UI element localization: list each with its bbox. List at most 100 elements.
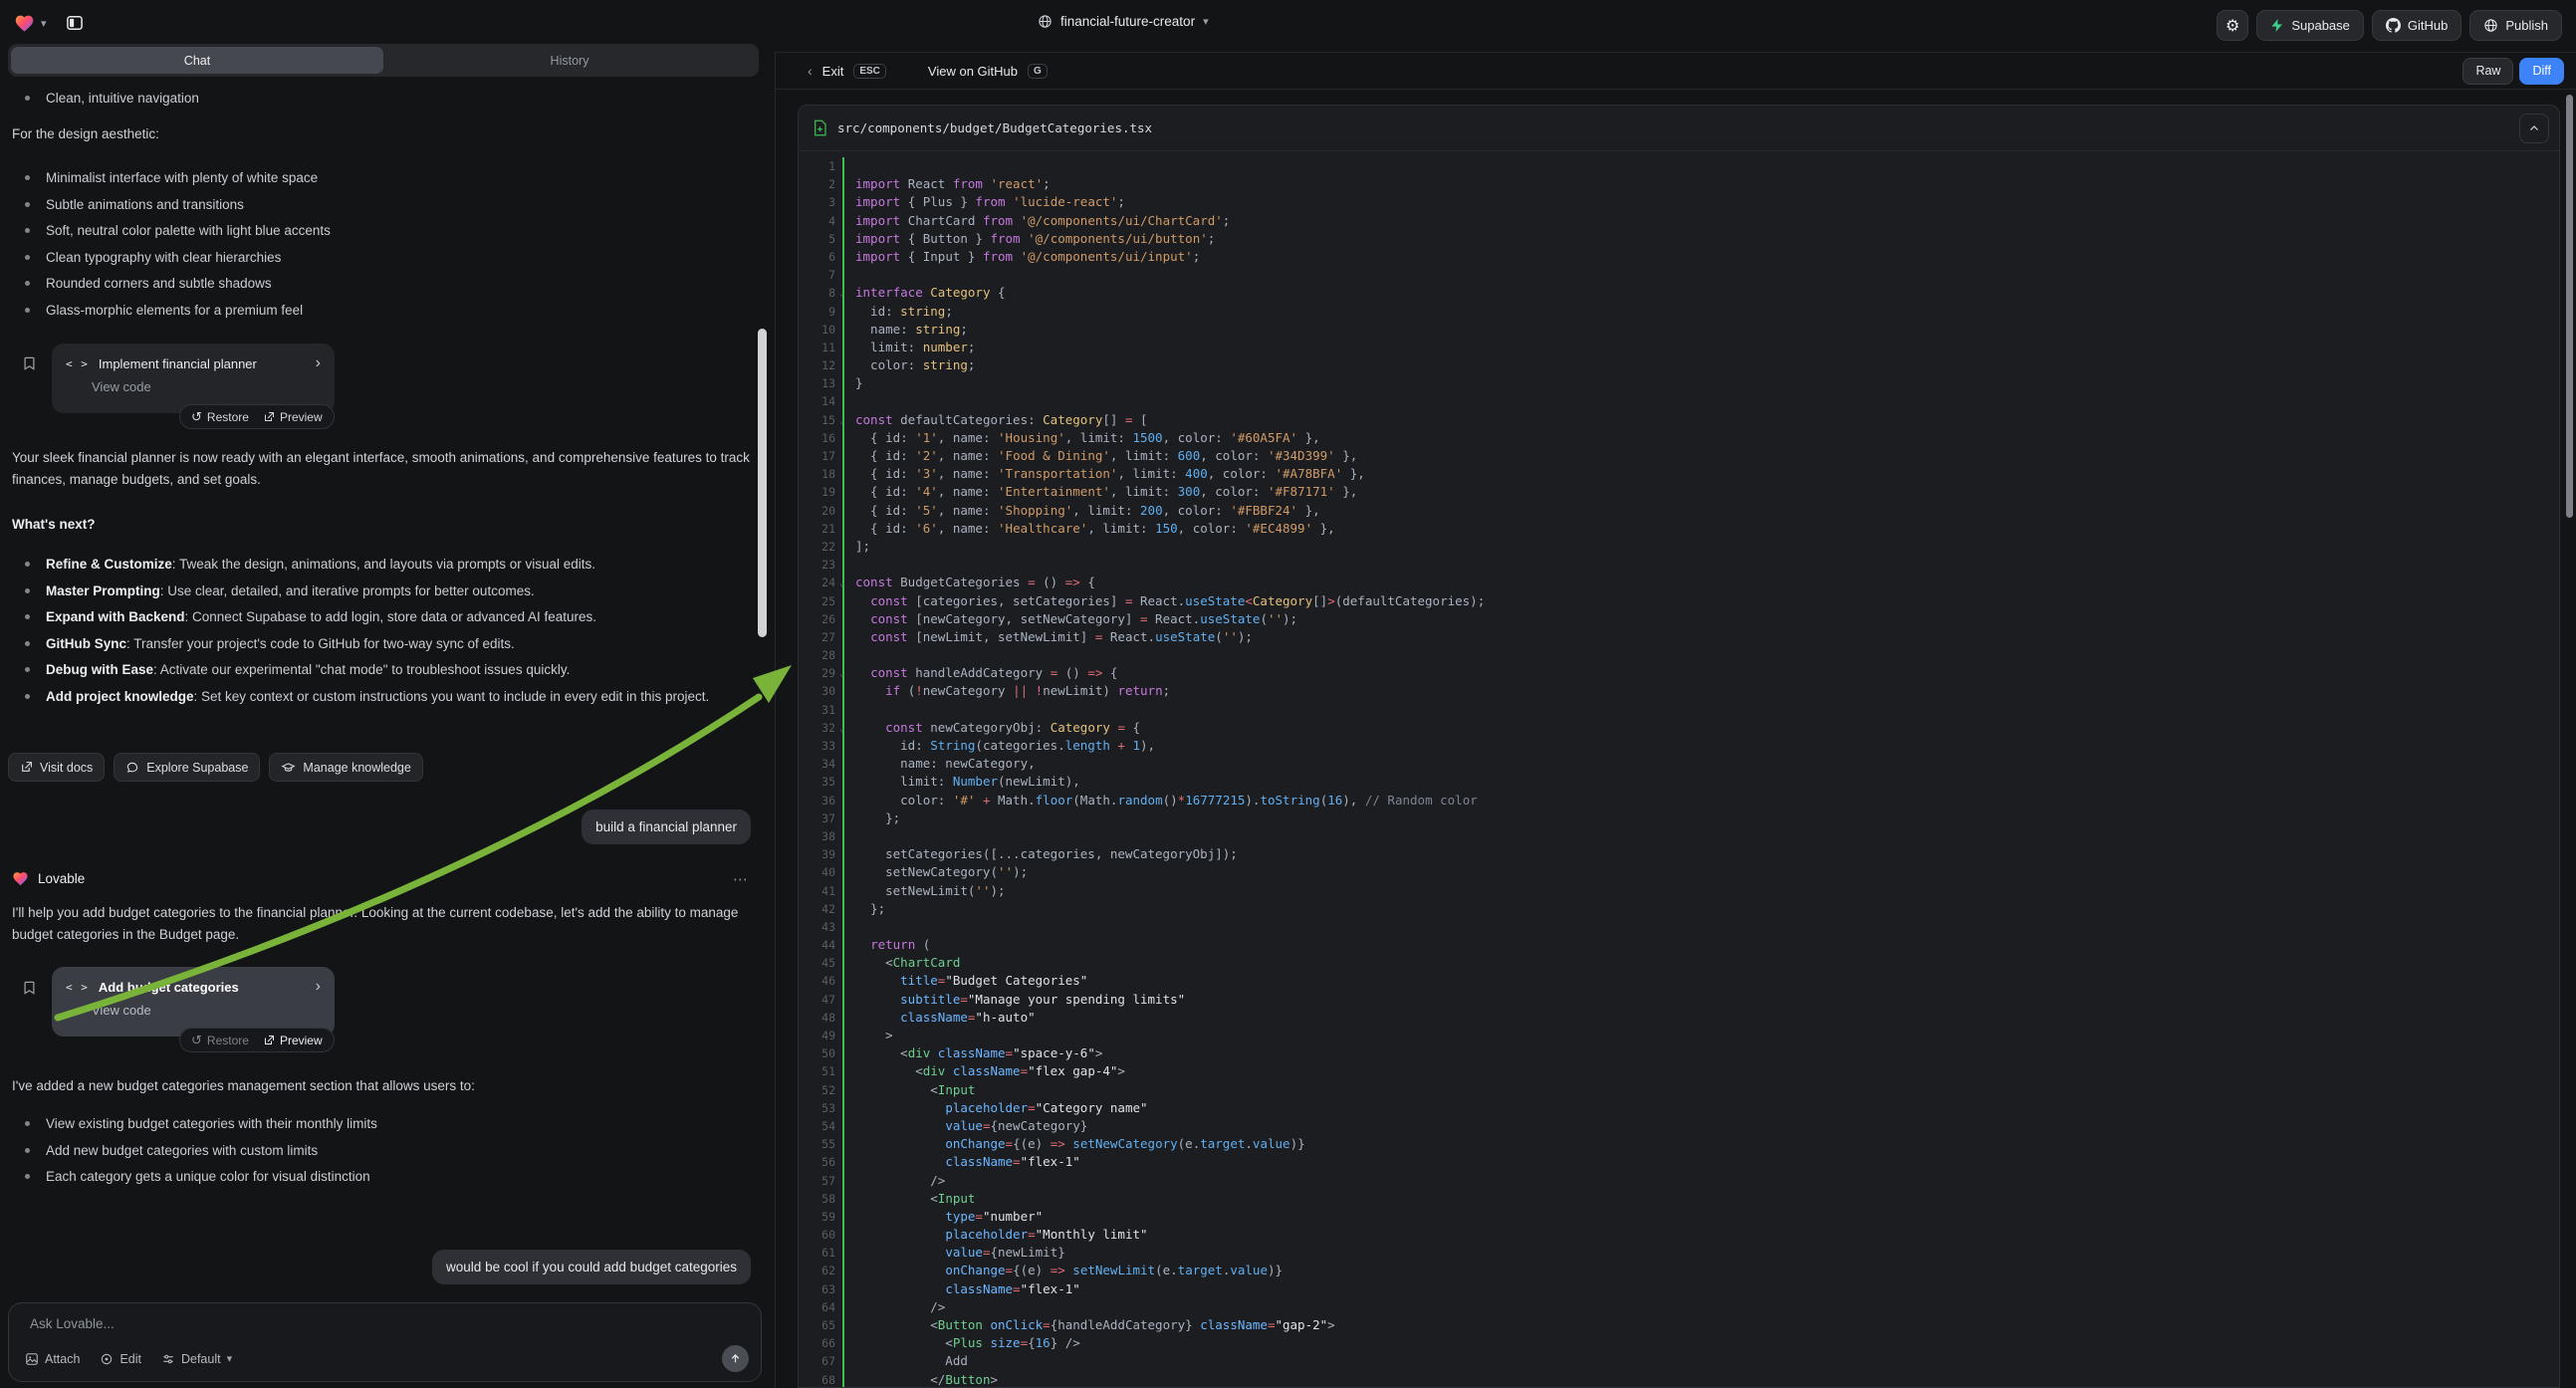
bullet-item: Add project knowledge: Set key context o… [12,686,731,708]
view-code-link[interactable]: View code [92,1003,321,1018]
code-line-text: /> [842,1298,945,1316]
quick-actions-row: Visit docs Explore Supabase Manage knowl… [8,753,423,782]
code-brackets-icon: < > [66,981,89,994]
code-line-text: color: '#' + Math.floor(Math.random()*16… [842,792,1478,810]
code-line-text: value={newCategory} [842,1117,1087,1135]
fold-chevron-icon[interactable]: ⌄ [839,575,844,592]
exit-button[interactable]: Exit [822,64,844,79]
added-file-icon [813,119,827,136]
code-line: 11 limit: number; [799,339,2559,356]
code-line: 37 }; [799,810,2559,827]
code-line-text: <ChartCard [842,954,960,972]
lovable-heart-logo[interactable] [14,13,35,34]
code-line-text: onChange={(e) => setNewLimit(e.target.va… [842,1262,1283,1279]
code-line: 15⌄const defaultCategories: Category[] =… [799,411,2559,429]
bullet-dot [25,694,30,699]
line-number: 51 [799,1062,842,1080]
supabase-button[interactable]: Supabase [2256,10,2364,41]
line-number: 22 [799,538,842,556]
line-number: 35 [799,773,842,791]
bookmark-icon[interactable] [22,354,37,372]
version-card-implement-financial-planner[interactable]: < > Implement financial planner › View c… [52,344,335,413]
send-button[interactable] [722,1345,749,1372]
code-line-text: { id: '3', name: 'Transportation', limit… [842,465,1365,483]
code-line: 45 <ChartCard [799,954,2559,972]
line-number: 1 [799,157,842,175]
version-card-add-budget-categories[interactable]: < > Add budget categories › View code [52,967,335,1037]
raw-toggle-button[interactable]: Raw [2462,58,2513,85]
line-number: 60 [799,1226,842,1244]
code-line: 63 className="flex-1" [799,1280,2559,1298]
code-line-text: > [842,1027,893,1044]
mode-selector[interactable]: Default ▾ [161,1352,232,1366]
code-line: 55 onChange={(e) => setNewCategory(e.tar… [799,1135,2559,1153]
arrow-up-icon [729,1352,742,1365]
bullet-dot [25,1174,30,1179]
line-number: 29⌄ [799,664,842,682]
chevron-down-icon[interactable]: ▾ [41,17,47,30]
restore-button[interactable]: ↺Restore [191,410,249,424]
code-line-text: Add [842,1352,968,1370]
code-line-text: const [categories, setCategories] = Reac… [842,592,1485,610]
diff-toggle-button[interactable]: Diff [2519,58,2564,85]
external-link-icon [263,411,275,423]
bullet-item: Subtle animations and transitions [12,194,754,216]
chevron-down-icon: ▾ [227,1352,233,1365]
project-switcher[interactable]: financial-future-creator ▾ [1038,14,1209,29]
file-diff-card: src/components/budget/BudgetCategories.t… [798,105,2560,1388]
code-line-text: onChange={(e) => setNewCategory(e.target… [842,1135,1305,1153]
restore-button[interactable]: ↺Restore [191,1034,249,1047]
line-number: 9 [799,303,842,321]
code-line-text: <Input [842,1081,975,1099]
code-line: 10 name: string; [799,321,2559,339]
fold-chevron-icon[interactable]: ⌄ [839,720,844,738]
chat-scrollbar-thumb[interactable] [758,329,767,637]
code-line-text: name: string; [842,321,968,339]
code-line-text: return ( [842,936,930,954]
bookmark-icon[interactable] [22,979,37,997]
explore-supabase-button[interactable]: Explore Supabase [114,753,260,782]
line-number: 43 [799,918,842,936]
code-line: 33 id: String(categories.length + 1), [799,737,2559,755]
chevron-up-icon [2528,122,2540,134]
code-line-text [842,266,863,284]
toggle-sidebar-icon[interactable] [63,11,87,35]
code-line-text: import { Button } from '@/components/ui/… [842,230,1215,248]
code-line-text: { id: '6', name: 'Healthcare', limit: 15… [842,520,1335,538]
publish-button[interactable]: Publish [2469,10,2562,41]
collapse-file-button[interactable] [2519,114,2549,143]
line-number: 3 [799,193,842,211]
code-line: 46 title="Budget Categories" [799,972,2559,990]
code-line: 2import React from 'react'; [799,175,2559,193]
fold-chevron-icon[interactable]: ⌄ [839,285,844,303]
top-bar: ▾ financial-future-creator ▾ ⚙ Supabase [0,0,2576,52]
message-menu-icon[interactable]: ⋯ [733,870,749,888]
code-line: 47 subtitle="Manage your spending limits… [799,991,2559,1009]
line-number: 16 [799,429,842,447]
code-line-text [842,556,863,574]
settings-button[interactable]: ⚙ [2217,10,2248,41]
lovable-heart-icon [12,870,29,887]
github-button[interactable]: GitHub [2372,10,2461,41]
code-editor[interactable]: 1 2import React from 'react';3import { P… [799,152,2559,1387]
code-line: 14 [799,392,2559,410]
chat-input-box[interactable]: Ask Lovable... Attach Edit Default ▾ [8,1302,762,1382]
line-number: 7 [799,266,842,284]
preview-button[interactable]: Preview [263,410,323,424]
fold-chevron-icon[interactable]: ⌄ [839,665,844,683]
view-on-github-button[interactable]: View on GitHub [928,64,1018,79]
visit-docs-button[interactable]: Visit docs [8,753,105,782]
code-line: 67 Add [799,1352,2559,1370]
manage-knowledge-button[interactable]: Manage knowledge [269,753,422,782]
fold-chevron-icon[interactable]: ⌄ [839,412,844,430]
preview-button[interactable]: Preview [263,1034,323,1047]
view-code-link[interactable]: View code [92,379,321,394]
file-header[interactable]: src/components/budget/BudgetCategories.t… [799,106,2559,151]
code-scrollbar-thumb[interactable] [2566,95,2573,518]
attach-button[interactable]: Attach [25,1352,80,1366]
code-line-text: id: string; [842,303,953,321]
code-line: 36 color: '#' + Math.floor(Math.random()… [799,792,2559,810]
code-toolbar: ‹ Exit ESC View on GitHub G Raw Diff [776,52,2576,90]
edit-button[interactable]: Edit [100,1352,141,1366]
code-line: 57 /> [799,1172,2559,1190]
